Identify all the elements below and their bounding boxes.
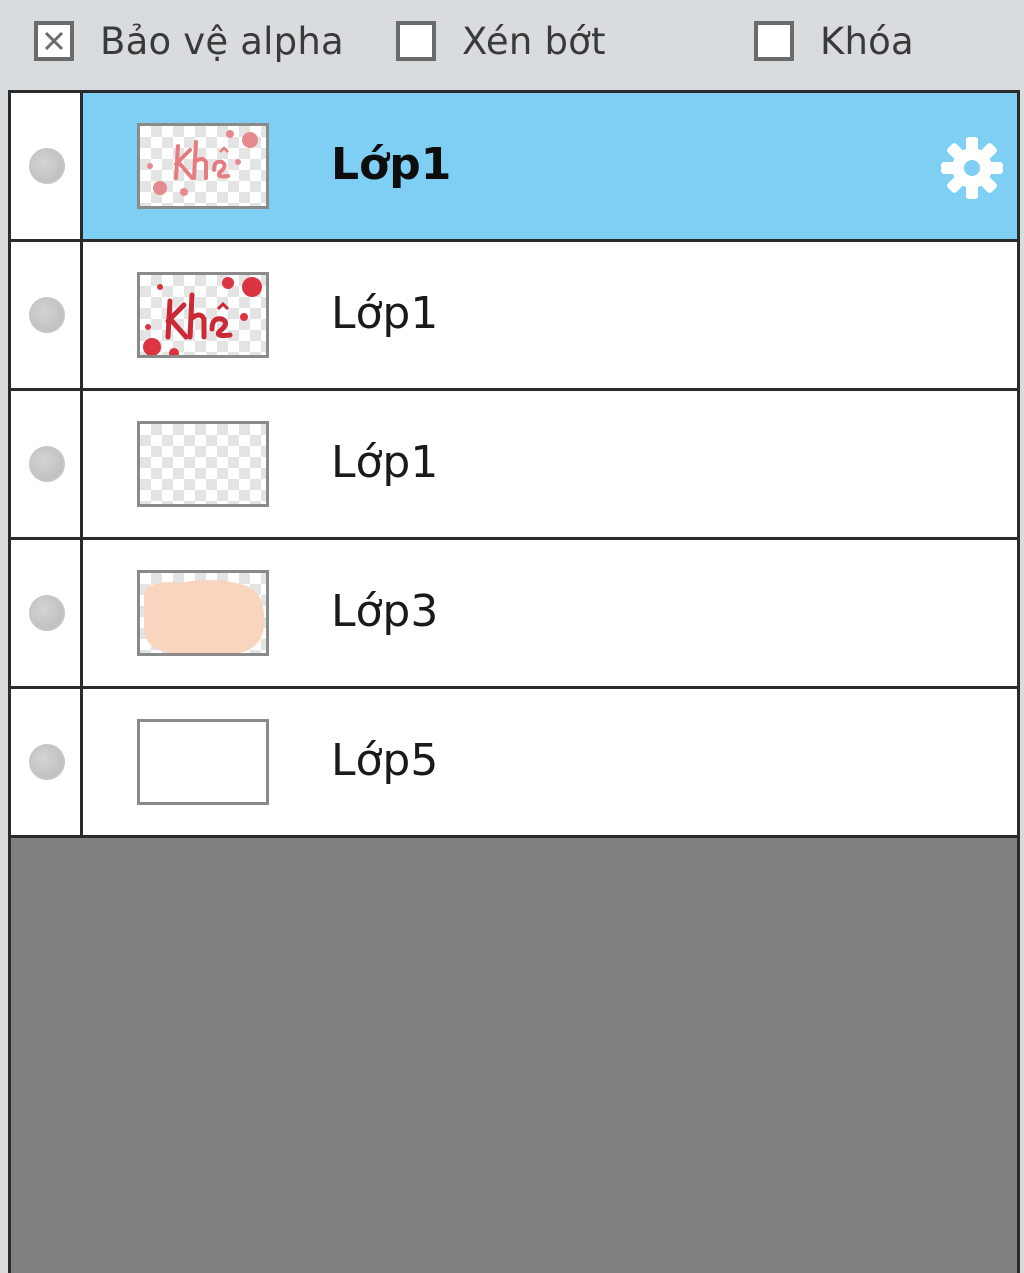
layer-name: Lớp5 — [331, 735, 439, 786]
layer-content[interactable]: Lớp1 — [83, 93, 1017, 239]
visibility-dot-icon[interactable] — [29, 297, 65, 333]
visibility-dot-icon[interactable] — [29, 148, 65, 184]
layer-content[interactable]: Lớp1 — [83, 242, 1017, 388]
clip-label: Xén bớt — [462, 19, 606, 63]
khe-dark-icon — [143, 277, 262, 355]
skin-blob — [144, 580, 265, 653]
layers-panel: Bảo vệ alpha Xén bớt Khóa Lớp1 Lớp1 Lớp1… — [0, 0, 1024, 1273]
gear-icon[interactable] — [939, 135, 1005, 201]
visibility-cell[interactable] — [11, 540, 83, 686]
layer-content[interactable]: Lớp3 — [83, 540, 1017, 686]
lock-option[interactable]: Khóa — [754, 18, 914, 64]
lock-label: Khóa — [820, 19, 914, 63]
visibility-dot-icon[interactable] — [29, 446, 65, 482]
layer-content[interactable]: Lớp5 — [83, 689, 1017, 835]
layer-row[interactable]: Lớp1 — [11, 242, 1017, 391]
layer-thumbnail — [137, 570, 269, 656]
clip-option[interactable]: Xén bớt — [396, 18, 606, 64]
visibility-cell[interactable] — [11, 93, 83, 239]
visibility-cell[interactable] — [11, 242, 83, 388]
khe-light-icon — [147, 130, 258, 196]
layer-row[interactable]: Lớp1 — [11, 391, 1017, 540]
layer-list: Lớp1 Lớp1 Lớp1 Lớp3 Lớp5 — [11, 90, 1017, 838]
layer-row[interactable]: Lớp1 — [11, 93, 1017, 242]
layer-name: Lớp1 — [331, 437, 439, 488]
clip-checkbox[interactable] — [396, 21, 436, 61]
visibility-cell[interactable] — [11, 391, 83, 537]
layer-row[interactable]: Lớp5 — [11, 689, 1017, 838]
layer-thumbnail — [137, 421, 269, 507]
layer-name: Lớp1 — [331, 139, 452, 190]
layer-thumbnail — [137, 123, 269, 209]
visibility-dot-icon[interactable] — [29, 744, 65, 780]
layer-list-area: Lớp1 Lớp1 Lớp1 Lớp3 Lớp5 — [8, 90, 1020, 1273]
layer-name: Lớp3 — [331, 586, 439, 637]
alpha-protect-option[interactable]: Bảo vệ alpha — [34, 18, 344, 64]
layer-thumbnail — [137, 272, 269, 358]
layer-content[interactable]: Lớp1 — [83, 391, 1017, 537]
layer-row[interactable]: Lớp3 — [11, 540, 1017, 689]
alpha-protect-label: Bảo vệ alpha — [100, 19, 344, 63]
layer-thumbnail — [137, 719, 269, 805]
visibility-dot-icon[interactable] — [29, 595, 65, 631]
x-mark-icon — [44, 31, 64, 51]
alpha-protect-checkbox[interactable] — [34, 21, 74, 61]
visibility-cell[interactable] — [11, 689, 83, 835]
lock-checkbox[interactable] — [754, 21, 794, 61]
layer-name: Lớp1 — [331, 288, 439, 339]
layer-options-bar: Bảo vệ alpha Xén bớt Khóa — [0, 0, 1024, 86]
